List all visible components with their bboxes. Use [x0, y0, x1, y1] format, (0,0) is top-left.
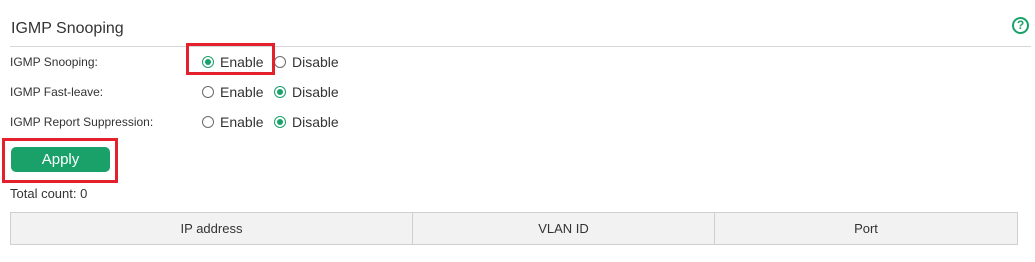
total-count: Total count: 0	[10, 186, 88, 201]
radio-label: Enable	[220, 114, 264, 130]
radio-label: Enable	[220, 54, 264, 70]
radio-selected-icon[interactable]	[274, 116, 286, 128]
title-divider	[10, 46, 1031, 47]
help-icon[interactable]: ?	[1012, 17, 1029, 34]
igmp-snooping-table: IP address VLAN ID Port	[10, 212, 1018, 245]
setting-row-igmp-snooping: IGMP Snooping: Enable Disable	[10, 52, 610, 72]
column-header-ip-address[interactable]: IP address	[10, 212, 413, 245]
igmp-report-suppression-label: IGMP Report Suppression:	[10, 115, 154, 129]
apply-button[interactable]: Apply	[11, 147, 110, 172]
radio-unselected-icon[interactable]	[202, 116, 214, 128]
radio-selected-icon[interactable]	[274, 86, 286, 98]
setting-row-igmp-fast-leave: IGMP Fast-leave: Enable Disable	[10, 82, 610, 102]
setting-row-igmp-report-suppression: IGMP Report Suppression: Enable Disable	[10, 112, 610, 132]
radio-selected-icon[interactable]	[202, 56, 214, 68]
igmp-snooping-disable-radio[interactable]: Disable	[274, 52, 339, 72]
section-title: IGMP Snooping	[11, 20, 124, 37]
radio-unselected-icon[interactable]	[202, 86, 214, 98]
igmp-fast-leave-enable-radio[interactable]: Enable	[202, 82, 264, 102]
radio-label: Disable	[292, 114, 339, 130]
igmp-report-suppression-enable-radio[interactable]: Enable	[202, 112, 264, 132]
igmp-fast-leave-disable-radio[interactable]: Disable	[274, 82, 339, 102]
igmp-fast-leave-label: IGMP Fast-leave:	[10, 85, 104, 99]
igmp-snooping-enable-radio[interactable]: Enable	[202, 52, 264, 72]
igmp-report-suppression-disable-radio[interactable]: Disable	[274, 112, 339, 132]
table-header-row: IP address VLAN ID Port	[10, 212, 1018, 245]
column-header-port[interactable]: Port	[714, 212, 1018, 245]
radio-label: Disable	[292, 54, 339, 70]
radio-unselected-icon[interactable]	[274, 56, 286, 68]
column-header-vlan-id[interactable]: VLAN ID	[412, 212, 715, 245]
radio-label: Disable	[292, 84, 339, 100]
radio-label: Enable	[220, 84, 264, 100]
igmp-snooping-label: IGMP Snooping:	[10, 55, 98, 69]
